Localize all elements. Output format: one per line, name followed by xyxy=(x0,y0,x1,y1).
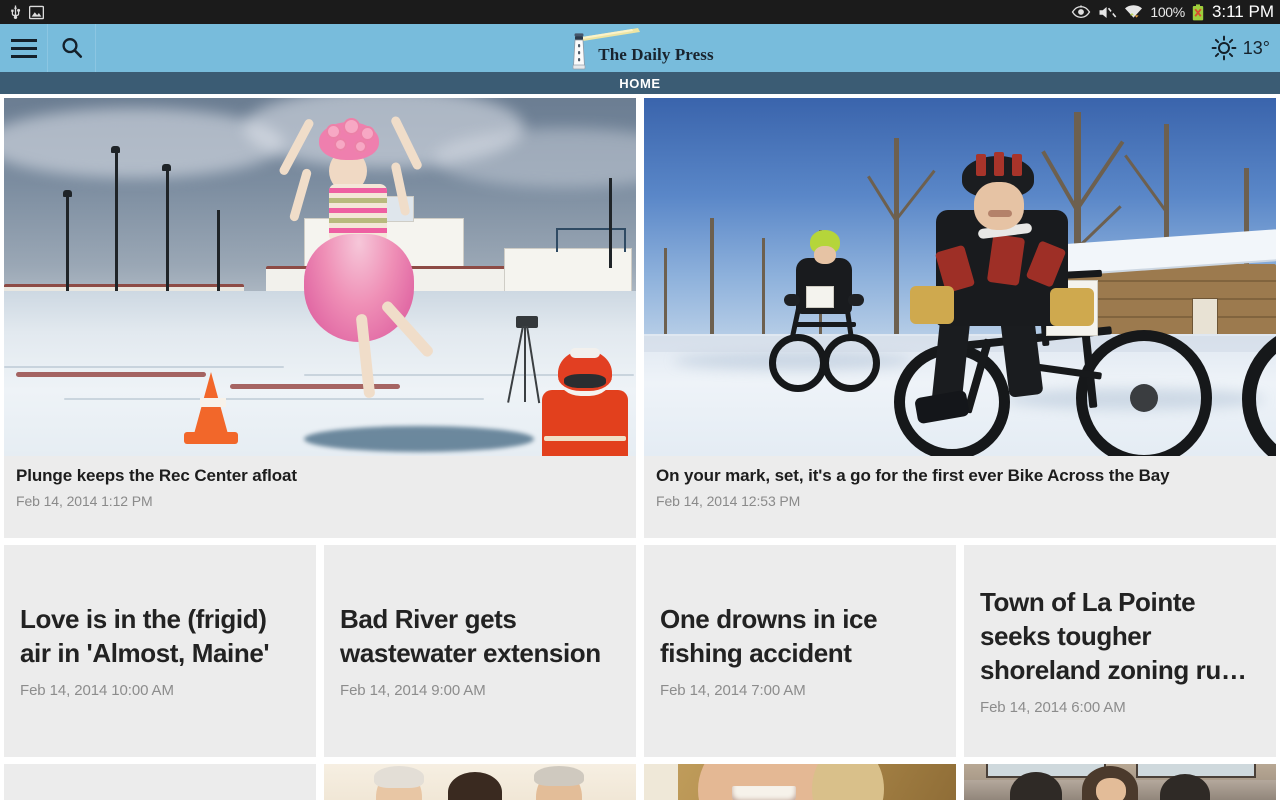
article-card-bad-river[interactable]: Bad River gets wastewater extension Feb … xyxy=(324,545,636,757)
article-image-plunge xyxy=(4,98,636,456)
nav-item-home[interactable]: HOME xyxy=(619,76,660,91)
article-card-ice-fishing[interactable]: One drowns in ice fishing accident Feb 1… xyxy=(644,545,956,757)
article-title: One drowns in ice fishing accident xyxy=(660,604,878,668)
weather-temperature: 13° xyxy=(1242,37,1270,58)
android-status-bar: 100% 3:11 PM xyxy=(0,0,1280,24)
article-date: Feb 14, 2014 6:00 AM xyxy=(980,698,1126,716)
lighthouse-icon xyxy=(566,24,641,72)
article-date: Feb 14, 2014 10:00 AM xyxy=(20,681,174,699)
battery-percent-label: 100% xyxy=(1150,4,1185,20)
status-bar-clock: 3:11 PM xyxy=(1211,2,1274,21)
article-card-next-4[interactable] xyxy=(964,764,1276,800)
brand-title: The Daily Press xyxy=(598,45,714,64)
hamburger-icon xyxy=(10,38,37,58)
mute-icon xyxy=(1099,6,1117,18)
article-grid: Plunge keeps the Rec Center afloat Feb 1… xyxy=(0,94,1280,800)
battery-error-icon xyxy=(1192,3,1204,20)
article-text-bike: On your mark, set, it's a go for the fir… xyxy=(644,456,1276,509)
article-title: Love is in the (frigid) air in 'Almost, … xyxy=(20,604,270,668)
plunge-photo-scene xyxy=(4,98,636,456)
sun-icon xyxy=(1211,35,1237,61)
article-title: Plunge keeps the Rec Center afloat xyxy=(16,466,297,485)
hero-row: Plunge keeps the Rec Center afloat Feb 1… xyxy=(4,98,1276,538)
status-bar-left-icons xyxy=(0,4,44,20)
article-title: On your mark, set, it's a go for the fir… xyxy=(656,466,1170,485)
article-card-almost-maine[interactable]: Love is in the (frigid) air in 'Almost, … xyxy=(4,545,316,757)
article-date: Feb 14, 2014 12:53 PM xyxy=(656,493,801,510)
article-date: Feb 14, 2014 7:00 AM xyxy=(660,681,806,699)
article-card-next-1[interactable] xyxy=(4,764,316,800)
article-date: Feb 14, 2014 9:00 AM xyxy=(340,681,486,699)
article-title: Town of La Pointe seeks tougher shorelan… xyxy=(980,587,1247,685)
group-portrait-scene xyxy=(324,764,636,800)
status-bar-right-icons: 100% 3:11 PM xyxy=(1071,0,1274,24)
couch-interview-scene xyxy=(964,764,1276,800)
section-nav-bar: HOME xyxy=(0,72,1280,94)
hamburger-menu-button[interactable] xyxy=(0,24,48,72)
brand-logo-area: The Daily Press xyxy=(0,24,1280,72)
article-card-next-3[interactable] xyxy=(644,764,956,800)
wifi-icon xyxy=(1125,5,1143,18)
smiling-woman-scene xyxy=(644,764,956,800)
next-articles-row xyxy=(4,764,1276,800)
article-date: Feb 14, 2014 1:12 PM xyxy=(16,493,153,510)
article-card-plunge[interactable]: Plunge keeps the Rec Center afloat Feb 1… xyxy=(4,98,636,538)
search-button[interactable] xyxy=(48,24,96,72)
usb-icon xyxy=(11,5,21,19)
bike-photo-scene: 16 xyxy=(644,98,1276,456)
article-text-plunge: Plunge keeps the Rec Center afloat Feb 1… xyxy=(4,456,636,509)
weather-widget[interactable]: 13° xyxy=(1211,24,1270,72)
article-card-la-pointe[interactable]: Town of La Pointe seeks tougher shorelan… xyxy=(964,545,1276,757)
screenshot-icon xyxy=(29,5,44,19)
article-title: Bad River gets wastewater extension xyxy=(340,604,601,668)
search-icon xyxy=(61,38,82,58)
article-card-next-2[interactable] xyxy=(324,764,636,800)
text-cards-row: Love is in the (frigid) air in 'Almost, … xyxy=(4,545,1276,757)
article-card-bike-across-bay[interactable]: 16 xyxy=(644,98,1276,538)
eye-icon xyxy=(1072,5,1091,19)
article-image-bike: 16 xyxy=(644,98,1276,456)
app-bar: The Daily Press 13° xyxy=(0,24,1280,72)
